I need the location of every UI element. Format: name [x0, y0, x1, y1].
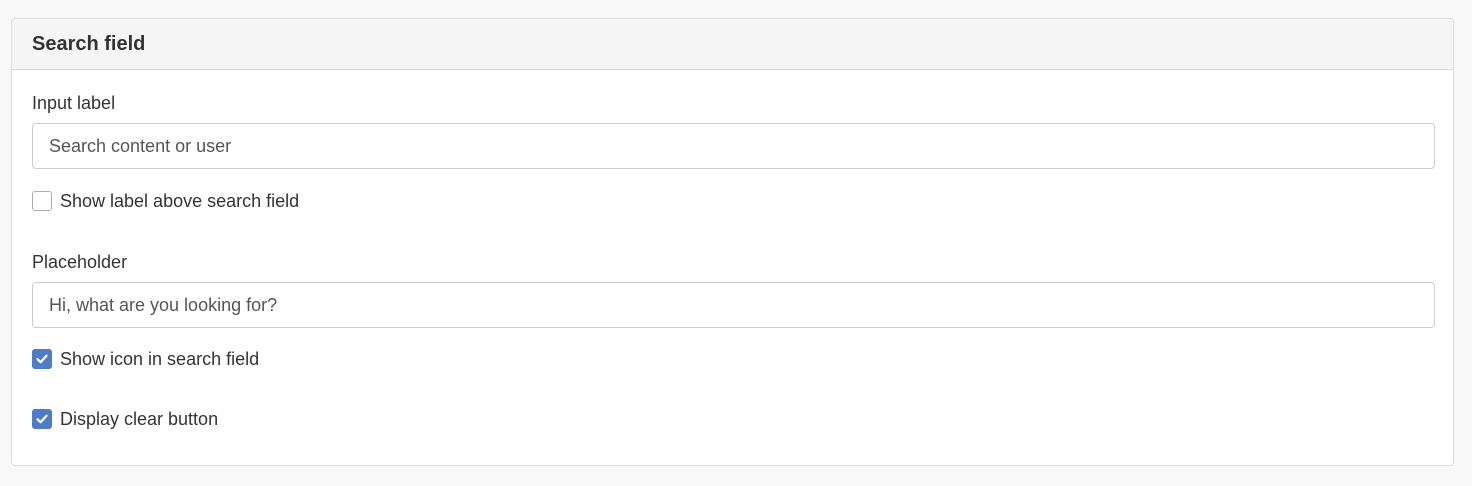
show-icon-checkbox[interactable] [32, 349, 52, 369]
show-label-checkbox[interactable] [32, 191, 52, 211]
checkmark-icon [36, 414, 48, 424]
clear-button-checkbox[interactable] [32, 409, 52, 429]
clear-button-option[interactable]: Display clear button [32, 408, 218, 430]
placeholder-label: Placeholder [32, 252, 128, 272]
search-field-panel: Search field Input label Show label abov… [11, 18, 1454, 466]
show-icon-checkbox-label[interactable]: Show icon in search field [60, 349, 259, 370]
input-label-field[interactable] [32, 123, 1435, 169]
placeholder-field[interactable] [32, 282, 1435, 328]
clear-button-checkbox-label[interactable]: Display clear button [60, 409, 218, 430]
panel-title: Search field [32, 32, 146, 55]
input-label-label: Input label [32, 93, 116, 113]
show-icon-option[interactable]: Show icon in search field [32, 348, 259, 370]
checkmark-icon [36, 354, 48, 364]
panel-heading: Search field [12, 19, 1453, 70]
show-label-option[interactable]: Show label above search field [32, 190, 299, 212]
show-label-checkbox-label[interactable]: Show label above search field [60, 191, 299, 212]
